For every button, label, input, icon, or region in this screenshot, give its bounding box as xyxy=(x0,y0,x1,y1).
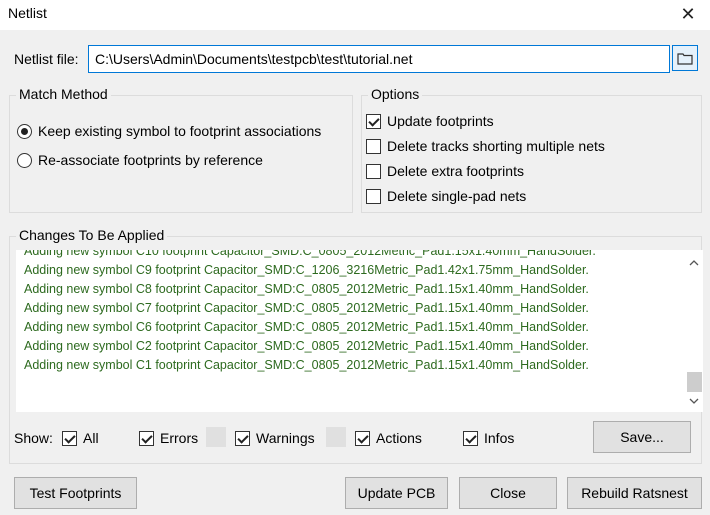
option-delete-single-pad-nets-label: Delete single-pad nets xyxy=(387,188,527,204)
netlist-file-label: Netlist file: xyxy=(14,51,79,67)
change-line: Adding new symbol C7 footprint Capacitor… xyxy=(24,301,589,315)
filter-warnings-checkbox[interactable] xyxy=(235,430,250,446)
changes-list: Adding new symbol C10 footprint Capacito… xyxy=(24,250,683,375)
scroll-up-icon[interactable] xyxy=(685,254,703,272)
change-line: Adding new symbol C10 footprint Capacito… xyxy=(24,250,596,258)
option-delete-extra-footprints-label: Delete extra footprints xyxy=(387,163,524,179)
filter-actions-checkbox[interactable] xyxy=(355,430,370,446)
radio-reassociate-label: Re-associate footprints by reference xyxy=(38,152,263,168)
filter-actions-label: Actions xyxy=(376,430,422,446)
options-title: Options xyxy=(368,86,423,102)
title-bar: Netlist ✕ xyxy=(0,0,710,30)
filter-actions[interactable]: Actions xyxy=(355,430,422,446)
warnings-color-swatch xyxy=(326,427,346,447)
option-update-footprints-checkbox[interactable] xyxy=(366,113,381,129)
filter-warnings[interactable]: Warnings xyxy=(235,430,315,446)
close-button[interactable]: Close xyxy=(459,477,557,509)
radio-keep-associations-label: Keep existing symbol to footprint associ… xyxy=(38,123,322,139)
filter-errors-checkbox[interactable] xyxy=(139,430,154,446)
window-title: Netlist xyxy=(8,5,47,21)
close-icon[interactable]: ✕ xyxy=(676,3,700,25)
option-delete-tracks-checkbox[interactable] xyxy=(366,138,381,154)
options-group: Options Update footprints Delete tracks … xyxy=(361,86,702,213)
test-footprints-button[interactable]: Test Footprints xyxy=(14,477,137,509)
update-pcb-button[interactable]: Update PCB xyxy=(345,477,448,509)
filter-infos-checkbox[interactable] xyxy=(463,430,478,446)
filter-errors-label: Errors xyxy=(160,430,199,446)
filter-warnings-label: Warnings xyxy=(256,430,315,446)
netlist-file-input[interactable]: C:\Users\Admin\Documents\testpcb\test\tu… xyxy=(88,45,670,73)
radio-reassociate-dot[interactable] xyxy=(17,152,32,168)
filter-all-checkbox[interactable] xyxy=(62,430,77,446)
radio-reassociate[interactable]: Re-associate footprints by reference xyxy=(17,152,263,168)
show-label: Show: xyxy=(14,430,53,446)
option-delete-tracks[interactable]: Delete tracks shorting multiple nets xyxy=(366,138,605,154)
filter-all[interactable]: All xyxy=(62,430,99,446)
folder-icon xyxy=(677,52,693,65)
browse-button[interactable] xyxy=(672,45,698,71)
scrollbar-thumb[interactable] xyxy=(687,372,702,392)
filter-infos-label: Infos xyxy=(484,430,515,446)
rebuild-ratsnest-button[interactable]: Rebuild Ratsnest xyxy=(567,477,702,509)
option-update-footprints[interactable]: Update footprints xyxy=(366,113,494,129)
save-button[interactable]: Save... xyxy=(593,421,691,453)
errors-color-swatch xyxy=(206,427,226,447)
option-update-footprints-label: Update footprints xyxy=(387,113,494,129)
filter-all-label: All xyxy=(83,430,99,446)
changes-title: Changes To Be Applied xyxy=(16,227,168,243)
change-line: Adding new symbol C1 footprint Capacitor… xyxy=(24,358,589,372)
match-method-group: Match Method Keep existing symbol to foo… xyxy=(9,86,353,213)
radio-keep-associations[interactable]: Keep existing symbol to footprint associ… xyxy=(17,123,321,139)
filter-infos[interactable]: Infos xyxy=(463,430,514,446)
option-delete-single-pad-nets[interactable]: Delete single-pad nets xyxy=(366,188,526,204)
changes-list-box[interactable]: Adding new symbol C10 footprint Capacito… xyxy=(16,250,703,412)
option-delete-tracks-label: Delete tracks shorting multiple nets xyxy=(387,138,605,154)
filter-errors[interactable]: Errors xyxy=(139,430,198,446)
scroll-down-icon[interactable] xyxy=(685,392,703,410)
change-line: Adding new symbol C2 footprint Capacitor… xyxy=(24,339,589,353)
option-delete-extra-footprints[interactable]: Delete extra footprints xyxy=(366,163,524,179)
match-method-title: Match Method xyxy=(16,86,111,102)
radio-keep-associations-dot[interactable] xyxy=(17,123,32,139)
option-delete-single-pad-nets-checkbox[interactable] xyxy=(366,188,381,204)
change-line: Adding new symbol C8 footprint Capacitor… xyxy=(24,282,589,296)
changes-scrollbar[interactable] xyxy=(685,250,703,412)
change-line: Adding new symbol C6 footprint Capacitor… xyxy=(24,320,589,334)
option-delete-extra-footprints-checkbox[interactable] xyxy=(366,163,381,179)
change-line: Adding new symbol C9 footprint Capacitor… xyxy=(24,263,589,277)
